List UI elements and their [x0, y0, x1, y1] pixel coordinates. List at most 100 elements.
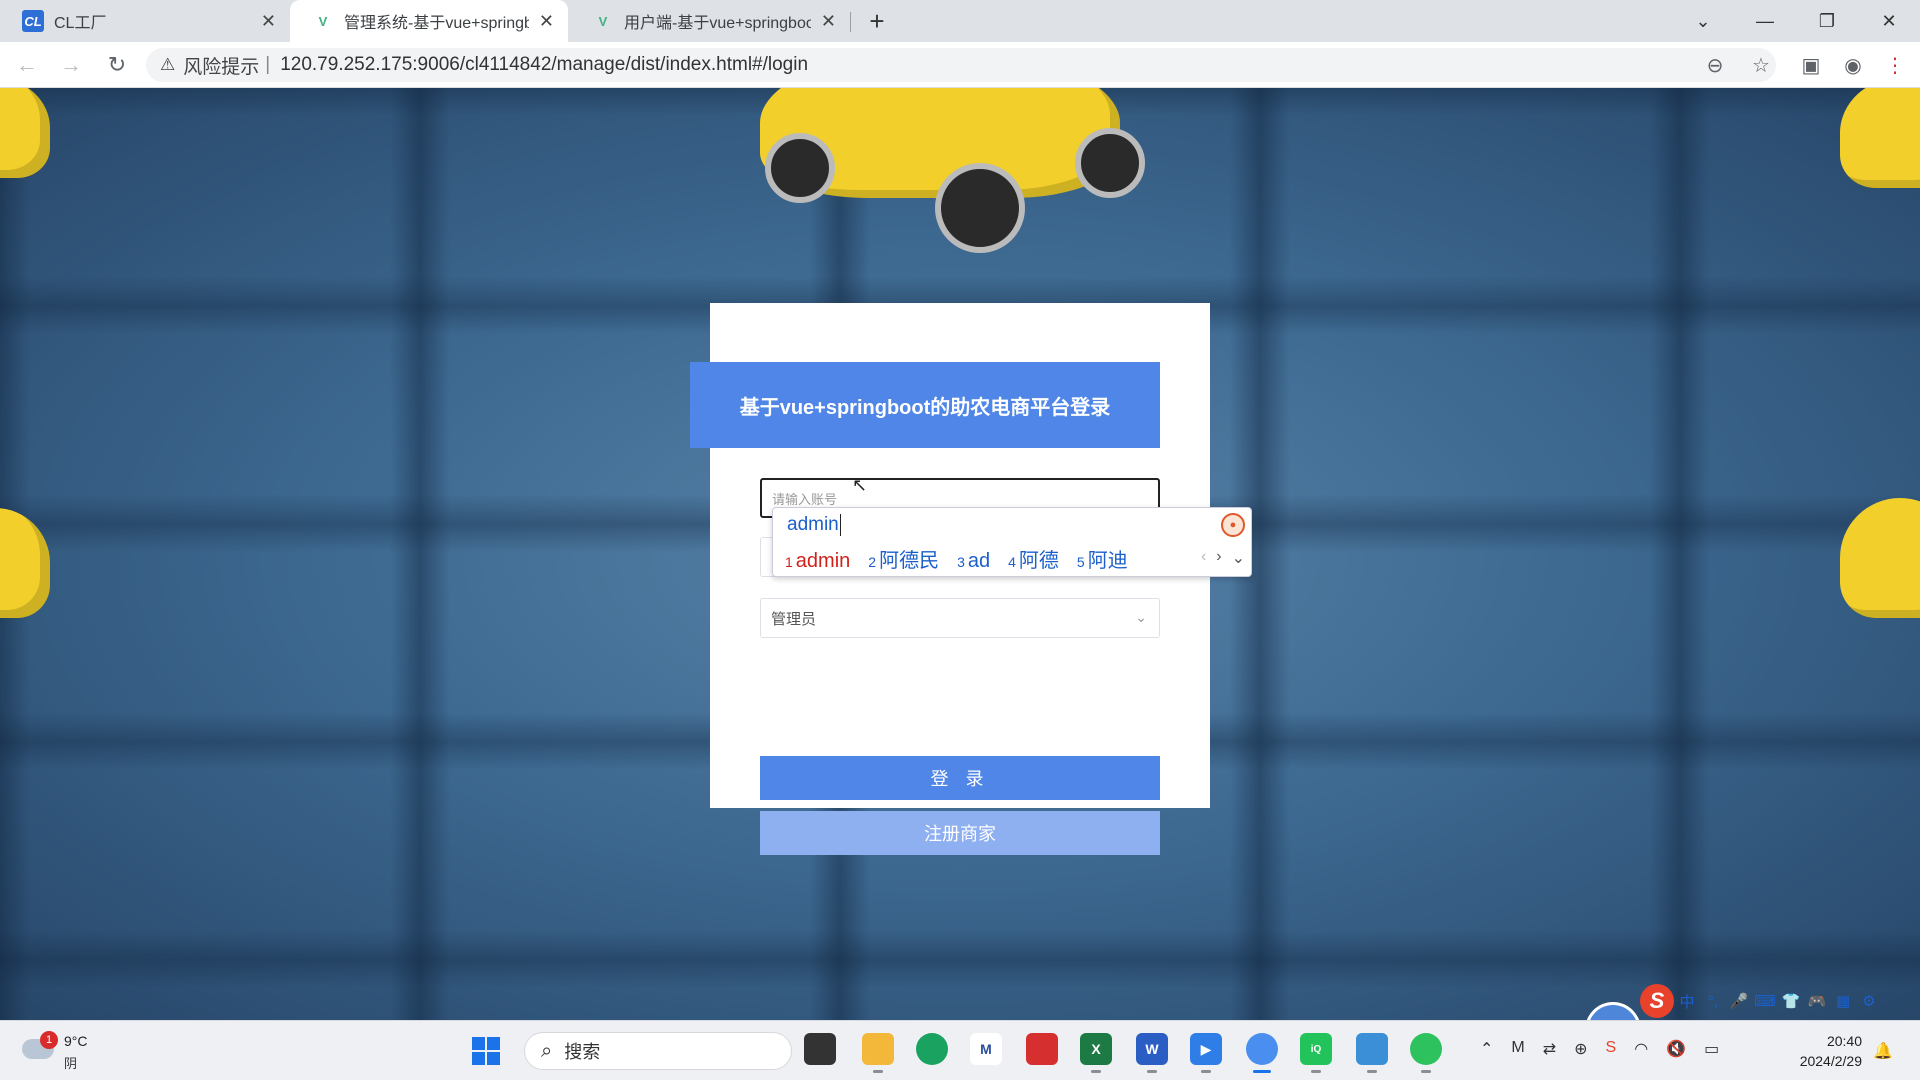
- restore-icon[interactable]: ❐: [1796, 0, 1858, 42]
- menu-kebab-icon[interactable]: ⋮: [1880, 50, 1910, 80]
- vue-favicon-icon: V: [598, 13, 608, 29]
- volume-muted-icon[interactable]: 🔇: [1666, 1039, 1686, 1059]
- warning-icon[interactable]: ⚠: [160, 55, 175, 75]
- chrome-browser-icon[interactable]: [1246, 1033, 1278, 1073]
- username-placeholder: 请输入账号: [772, 491, 838, 507]
- media-player-icon[interactable]: ▶: [1190, 1033, 1222, 1073]
- bookmark-star-icon[interactable]: ☆: [1746, 50, 1776, 80]
- tab-title: 用户端-基于vue+springboot: [624, 15, 811, 32]
- taskbar-search-placeholder: 搜索: [564, 1042, 601, 1062]
- yellow-car-decoration: [1840, 88, 1920, 188]
- ime-voice-icon[interactable]: 🎤: [1726, 992, 1752, 1010]
- weather-condition: 阴: [64, 1056, 78, 1071]
- ime-page-nav: ‹ › ⌄: [1201, 548, 1245, 568]
- tray-app-icon[interactable]: M: [1511, 1039, 1524, 1059]
- search-icon: ⌕: [541, 1039, 553, 1062]
- tab-separator: [850, 12, 851, 32]
- tray-input-icon[interactable]: ⊕: [1574, 1039, 1587, 1059]
- weather-badge: 1: [40, 1031, 58, 1049]
- ime-candidate-window: admin ● 1 admin 2 阿德民 3 ad 4 阿德 5 阿迪 ‹ › ⌄: [772, 507, 1252, 577]
- ime-candidate[interactable]: 3 ad: [957, 550, 990, 573]
- window-controls: ⌄ — ❐ ✕: [1672, 0, 1920, 42]
- url-text[interactable]: 120.79.252.175:9006/cl4114842/manage/dis…: [280, 54, 808, 76]
- browser-tab-strip: CL CL工厂 ✕ V 管理系统-基于vue+springbo ✕ V 用户端-…: [0, 0, 1920, 42]
- ime-candidate[interactable]: 1 admin: [785, 550, 850, 573]
- zoom-out-icon[interactable]: ⊖: [1700, 50, 1730, 80]
- chevron-down-icon: ⌄: [1135, 609, 1147, 625]
- notification-bell-icon[interactable]: 🔔: [1873, 1041, 1893, 1061]
- weather-widget[interactable]: 1 9°C 阴: [22, 1029, 102, 1073]
- huawei-app-icon[interactable]: [1026, 1033, 1058, 1065]
- risk-label[interactable]: 风险提示: [183, 52, 259, 79]
- ime-expand-icon[interactable]: ⌄: [1232, 548, 1245, 568]
- windows-start-icon[interactable]: [472, 1037, 500, 1065]
- ime-keyboard-icon[interactable]: ⌨: [1752, 992, 1778, 1010]
- login-title: 基于vue+springboot的助农电商平台登录: [690, 362, 1160, 448]
- photos-icon[interactable]: [1356, 1033, 1388, 1073]
- car-wheel-decoration: [1075, 128, 1145, 198]
- tray-sogou-icon[interactable]: S: [1606, 1039, 1617, 1059]
- file-explorer-icon[interactable]: [862, 1033, 894, 1073]
- windows-taskbar: 1 9°C 阴 ⌕ 搜索 M X W ▶ iQ ⌃ M ⇄ ⊕ S ◠ 🔇 ▭ …: [0, 1020, 1920, 1080]
- forward-icon[interactable]: →: [56, 50, 86, 80]
- wifi-icon[interactable]: ◠: [1634, 1039, 1648, 1059]
- browser-toolbar: ← → ↻ ⚠ 风险提示 | 120.79.252.175:9006/cl411…: [0, 42, 1920, 88]
- edge-browser-icon[interactable]: [916, 1033, 948, 1065]
- ime-skin-icon[interactable]: 👕: [1778, 992, 1804, 1010]
- ime-next-page-icon[interactable]: ›: [1216, 548, 1221, 568]
- ime-candidate-list: 1 admin 2 阿德民 3 ad 4 阿德 5 阿迪: [785, 544, 1146, 573]
- tab-user-side[interactable]: V 用户端-基于vue+springboot ✕: [570, 0, 850, 42]
- ime-settings-icon[interactable]: ⚙: [1856, 992, 1882, 1010]
- ime-game-icon[interactable]: 🎮: [1804, 992, 1830, 1010]
- vue-favicon-icon: V: [318, 13, 328, 29]
- sogou-skin-icon[interactable]: ●: [1221, 513, 1245, 537]
- tab-title: CL工厂: [54, 15, 107, 32]
- mouse-pointer-icon: ↖: [852, 475, 868, 495]
- battery-icon[interactable]: ▭: [1704, 1039, 1719, 1059]
- ime-candidate[interactable]: 4 阿德: [1008, 544, 1059, 573]
- back-icon[interactable]: ←: [12, 50, 42, 80]
- ime-mode-chinese[interactable]: 中: [1674, 991, 1700, 1012]
- ime-punctuation-icon[interactable]: °,: [1700, 993, 1726, 1010]
- show-hidden-icons-icon[interactable]: ⌃: [1480, 1039, 1493, 1059]
- role-select[interactable]: 管理员 ⌄: [760, 598, 1160, 638]
- close-tab-icon[interactable]: ✕: [821, 11, 836, 32]
- wechat-icon[interactable]: [1410, 1033, 1442, 1073]
- sogou-logo-icon[interactable]: S: [1640, 984, 1674, 1018]
- task-view-icon[interactable]: [804, 1033, 836, 1065]
- tab-search-icon[interactable]: ⌄: [1672, 0, 1734, 42]
- weather-temperature: 9°C: [64, 1033, 88, 1049]
- close-tab-icon[interactable]: ✕: [261, 11, 276, 32]
- address-bar[interactable]: ⚠ 风险提示 | 120.79.252.175:9006/cl4114842/m…: [146, 48, 1776, 82]
- role-selected-value: 管理员: [771, 610, 817, 628]
- clock-time: 20:40: [1826, 1033, 1862, 1049]
- register-merchant-button[interactable]: 注册商家: [760, 811, 1160, 855]
- iqiyi-icon[interactable]: iQ: [1300, 1033, 1332, 1073]
- ime-prev-page-icon[interactable]: ‹: [1201, 548, 1206, 568]
- tab-cl-factory[interactable]: CL CL工厂 ✕: [0, 0, 290, 42]
- ime-candidate[interactable]: 5 阿迪: [1077, 544, 1128, 573]
- close-tab-icon[interactable]: ✕: [539, 11, 554, 32]
- ime-toolbox-icon[interactable]: ▦: [1830, 992, 1856, 1010]
- tray-sync-icon[interactable]: ⇄: [1543, 1039, 1556, 1059]
- profile-avatar-icon[interactable]: ◉: [1838, 50, 1868, 80]
- system-tray: ⌃ M ⇄ ⊕ S ◠ 🔇 ▭: [1480, 1039, 1719, 1059]
- taskbar-search[interactable]: ⌕ 搜索: [524, 1032, 792, 1070]
- close-window-icon[interactable]: ✕: [1858, 0, 1920, 42]
- ime-composition: admin: [787, 514, 841, 536]
- ime-status-bar: S 中 °, 🎤 ⌨ 👕 🎮 ▦ ⚙: [1640, 984, 1920, 1018]
- cl-favicon-icon: CL: [22, 10, 44, 32]
- side-panel-icon[interactable]: ▣: [1796, 50, 1826, 80]
- new-tab-button[interactable]: +: [862, 6, 892, 36]
- tab-admin-system[interactable]: V 管理系统-基于vue+springbo ✕: [290, 0, 568, 42]
- word-icon[interactable]: W: [1136, 1033, 1168, 1073]
- reload-icon[interactable]: ↻: [102, 50, 132, 80]
- excel-icon[interactable]: X: [1080, 1033, 1112, 1073]
- login-button[interactable]: 登 录: [760, 756, 1160, 800]
- minimize-icon[interactable]: —: [1734, 0, 1796, 42]
- car-wheel-decoration: [935, 163, 1025, 253]
- ime-candidate[interactable]: 2 阿德民: [868, 544, 939, 573]
- taskbar-clock[interactable]: 20:40 2024/2/29: [1790, 1031, 1862, 1071]
- app-ml-icon[interactable]: M: [970, 1033, 1002, 1065]
- car-wheel-decoration: [765, 133, 835, 203]
